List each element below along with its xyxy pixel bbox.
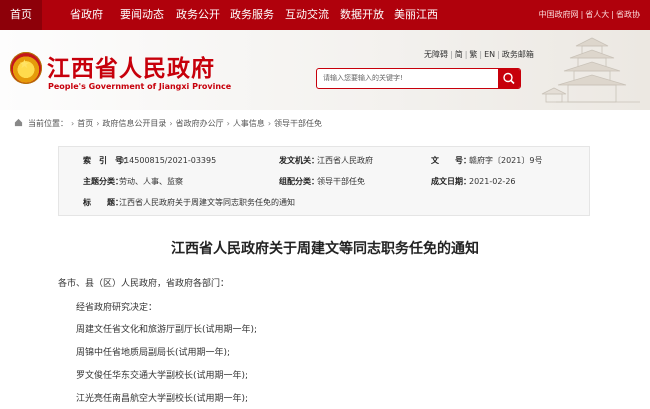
traditional-chinese-link[interactable]: 繁: [469, 50, 477, 59]
topic-category-label: 主题分类：: [83, 177, 123, 186]
doc-number-value: 赣府字〔2021〕9号: [469, 156, 543, 165]
nav-beautiful-jiangxi[interactable]: 美丽江西: [394, 0, 438, 30]
national-emblem-icon: ★: [10, 52, 42, 84]
nav-interaction[interactable]: 互动交流: [285, 0, 329, 30]
breadcrumb-directory[interactable]: 政府信息公开目录: [102, 119, 166, 128]
home-icon: [14, 118, 23, 127]
breadcrumb-office[interactable]: 省政府办公厅: [176, 119, 224, 128]
written-date-label: 成文日期：: [431, 177, 471, 186]
metadata-row: 标 题： 江西省人民政府关于周建文等同志职务任免的通知: [59, 193, 591, 213]
breadcrumb: 当前位置： › 首页 › 政府信息公开目录 › 省政府办公厅 › 人事信息 › 领导干部任免: [14, 117, 322, 131]
pagoda-illustration-icon: [541, 37, 640, 103]
external-links: 中国政府网 | 省人大 | 省政协: [538, 10, 640, 19]
topic-category-value: 劳动、人事、监察: [119, 177, 183, 186]
nav-gov-services[interactable]: 政务服务: [230, 0, 274, 30]
accessibility-link[interactable]: 无障碍: [424, 50, 448, 59]
breadcrumb-personnel[interactable]: 人事信息: [233, 119, 265, 128]
doc-title-value: 江西省人民政府关于周建文等同志职务任免的通知: [119, 198, 295, 207]
site-header: ★ 江西省人民政府 People's Government of Jiangxi…: [0, 30, 650, 110]
article-title: 江西省人民政府关于周建文等同志职务任免的通知: [171, 241, 479, 257]
nav-provincial-government[interactable]: 省政府: [70, 0, 103, 30]
issuing-org-label: 发文机关：: [279, 156, 319, 165]
metadata-row: 索 引 号： 014500815/2021-03395 发文机关： 江西省人民政…: [59, 151, 591, 171]
site-subtitle: People's Government of Jiangxi Province: [48, 82, 232, 91]
link-provincial-congress[interactable]: 省人大: [585, 10, 609, 19]
breadcrumb-appointments[interactable]: 领导干部任免: [274, 119, 322, 128]
simplified-chinese-link[interactable]: 简: [455, 50, 463, 59]
article-salutation: 各市、县（区）人民政府，省政府各部门：: [58, 279, 230, 289]
link-provincial-cppcc[interactable]: 省政协: [616, 10, 640, 19]
metadata-row: 主题分类： 劳动、人事、监察 组配分类： 领导干部任免 成文日期： 2021-0…: [59, 172, 591, 192]
article-paragraph: 罗文俊任华东交通大学副校长(试用期一年);: [76, 371, 249, 381]
nav-open-data[interactable]: 数据开放: [340, 0, 384, 30]
assembly-category-label: 组配分类：: [279, 177, 319, 186]
utility-links: 无障碍 | 简 | 繁 | EN | 政务邮箱: [424, 50, 534, 59]
article-paragraph: 江光亮任南昌航空大学副校长(试用期一年);: [76, 394, 249, 404]
link-china-gov[interactable]: 中国政府网: [539, 10, 579, 19]
search-input[interactable]: 请输入您要输入的关键字!: [323, 69, 403, 88]
document-metadata-box: 索 引 号： 014500815/2021-03395 发文机关： 江西省人民政…: [58, 146, 590, 216]
article-paragraph: 周锦中任省地质局副局长(试用期一年);: [76, 348, 231, 358]
nav-home[interactable]: 首页: [0, 0, 42, 30]
issuing-org-value: 江西省人民政府: [317, 156, 373, 165]
article-paragraph: 周建文任省文化和旅游厅副厅长(试用期一年);: [76, 325, 258, 335]
article-paragraph: 经省政府研究决定：: [76, 303, 158, 313]
gov-mail-link[interactable]: 政务邮箱: [502, 50, 534, 59]
doc-title-label: 标 题：: [83, 198, 123, 207]
search-icon: [503, 72, 515, 85]
top-navigation-bar: 首页 省政府 要闻动态 政务公开 政务服务 互动交流 数据开放 美丽江西 中国政…: [0, 0, 650, 30]
nav-news[interactable]: 要闻动态: [120, 0, 164, 30]
written-date-value: 2021-02-26: [469, 177, 516, 186]
breadcrumb-label: 当前位置：: [28, 119, 68, 128]
breadcrumb-home[interactable]: 首页: [77, 119, 93, 128]
english-link[interactable]: EN: [484, 50, 495, 59]
index-number-value: 014500815/2021-03395: [119, 156, 217, 165]
search-box: 请输入您要输入的关键字!: [316, 68, 521, 89]
doc-number-label: 文 号：: [431, 156, 471, 165]
site-title[interactable]: 江西省人民政府: [47, 49, 215, 83]
nav-gov-affairs-public[interactable]: 政务公开: [176, 0, 220, 30]
assembly-category-value: 领导干部任免: [317, 177, 365, 186]
search-button[interactable]: [498, 69, 520, 88]
